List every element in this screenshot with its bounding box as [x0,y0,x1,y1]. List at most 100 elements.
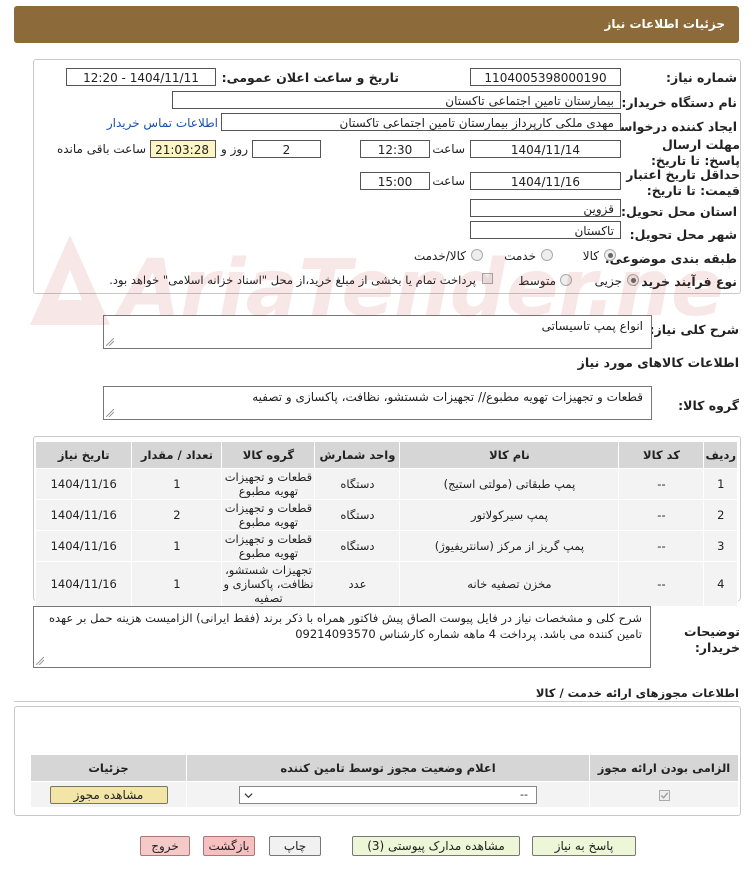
goods-group-text: قطعات و تجهیزات تهویه مطبوع// تجهیزات شس… [252,390,643,404]
permits-table-header: الزامی بودن ارائه مجوز اعلام وضعیت مجوز … [30,754,739,782]
deadline-label: مهلت ارسال پاسخ: تا تاریخ: [650,137,740,168]
deadline-date-field[interactable]: 1404/11/14 [470,140,621,158]
summary-text: انواع پمپ تاسیساتی [541,319,643,333]
exit-button[interactable]: خروج [140,836,190,856]
col-item-name: نام کالا [399,441,620,469]
cell-quantity: 2 [131,499,223,531]
table-row: 4 -- مخزن تصفیه خانه عدد تجهیزات شستشو، … [34,561,738,607]
view-permit-button[interactable]: مشاهده مجوز [49,785,168,804]
category-option-service: خدمت [504,249,536,263]
col-permit-required: الزامی بودن ارائه مجوز [589,754,739,782]
days-field[interactable]: 2 [252,140,321,158]
cell-unit: دستگاه [314,530,401,562]
summary-textbox[interactable]: انواع پمپ تاسیساتی [103,315,652,349]
process-radio-minor[interactable] [627,274,639,286]
cell-row-number: 4 [703,561,738,607]
buyer-contact-link[interactable]: اطلاعات تماس خریدار [107,116,218,130]
validity-time-label: ساعت [432,174,465,188]
city-label: شهر محل تحویل: [629,227,737,242]
category-radio-both[interactable] [471,249,483,261]
cell-item-code: -- [618,530,705,562]
city-field[interactable]: تاکستان [470,221,621,239]
process-option-medium: متوسط [518,274,556,288]
cell-permit-status: -- [186,781,590,808]
process-radio-medium[interactable] [560,274,572,286]
deadline-time-field[interactable]: 12:30 [360,140,430,158]
remaining-time-field: 21:03:28 [150,140,216,158]
goods-table: ردیف کد کالا نام کالا واحد شمارش گروه کا… [34,441,738,607]
announce-field[interactable]: 1404/11/11 - 12:20 [66,68,216,86]
table-row: 1 -- پمپ طبقاتی (مولتی استیج) دستگاه قطع… [34,468,738,500]
process-label: نوع فرآیند خرید : [631,274,737,289]
permits-title: اطلاعات مجوزهای ارائه خدمت / کالا [535,686,739,700]
table-row: -- مشاهده مجوز [30,781,739,808]
remaining-label: ساعت باقی مانده [56,142,146,156]
cell-unit: عدد [314,561,401,607]
need-number-label: شماره نیاز: [666,70,737,85]
col-need-date: تاریخ نیاز [34,441,133,469]
buyer-field[interactable]: بیمارستان تامین اجتماعی تاکستان [172,91,621,109]
validity-date-field[interactable]: 1404/11/16 [470,172,621,190]
process-option-minor: جزیی [594,274,622,288]
permit-status-value: -- [520,787,528,801]
category-radio-service[interactable] [541,249,553,261]
cell-row-number: 1 [703,468,738,500]
cell-item-name: پمپ سیرکولاتور [399,499,620,531]
cell-item-group: قطعات و تجهیزات تهویه مطبوع [221,468,316,500]
goods-group-label: گروه کالا: [678,398,739,413]
print-button[interactable]: چاپ [269,836,321,856]
province-label: استان محل تحویل: [620,204,737,219]
permits-table: الزامی بودن ارائه مجوز اعلام وضعیت مجوز … [30,754,739,808]
buyer-notes-textbox[interactable]: شرح کلی و مشخصات نیاز در فایل پیوست الصا… [33,606,651,668]
province-field[interactable]: قزوین [470,199,621,217]
col-item-group: گروه کالا [221,441,316,469]
col-permit-status: اعلام وضعیت مجوز توسط تامین کننده [186,754,590,782]
buyer-label: نام دستگاه خریدار: [621,95,737,110]
cell-row-number: 3 [703,530,738,562]
need-number-field[interactable]: 1104005398000190 [470,68,621,86]
category-option-both: کالا/خدمت [413,249,466,263]
goods-group-textbox[interactable]: قطعات و تجهیزات تهویه مطبوع// تجهیزات شس… [103,386,652,420]
category-radio-goods[interactable] [604,249,616,261]
col-permit-details: جزئیات [30,754,187,782]
resize-handle-icon[interactable] [36,657,44,665]
creator-label: ایجاد کننده درخواست: [601,119,737,134]
creator-field[interactable]: مهدی ملکی کارپرداز بیمارستان تامین اجتما… [221,113,621,131]
table-row: 3 -- پمپ گریز از مرکز (سانتریفیوژ) دستگا… [34,530,738,562]
resize-handle-icon[interactable] [106,409,114,417]
deadline-time-label: ساعت [432,142,465,156]
cell-permit-details: مشاهده مجوز [30,781,187,808]
col-row-number: ردیف [703,441,738,469]
days-label: روز و [221,142,248,156]
page-header: جزئیات اطلاعات نیاز [14,6,739,43]
category-option-goods: کالا [582,249,599,263]
permit-required-checkbox[interactable] [658,789,670,801]
col-quantity: تعداد / مقدار [131,441,223,469]
page-title: جزئیات اطلاعات نیاز [604,17,725,31]
validity-time-field[interactable]: 15:00 [360,172,430,190]
resize-handle-icon[interactable] [106,338,114,346]
cell-need-date: 1404/11/16 [34,530,133,562]
table-row: 2 -- پمپ سیرکولاتور دستگاه قطعات و تجهیز… [34,499,738,531]
summary-label: شرح کلی نیاز: [649,322,739,337]
buyer-notes-text: شرح کلی و مشخصات نیاز در فایل پیوست الصا… [49,611,642,641]
permits-divider [14,701,739,702]
treasury-checkbox[interactable] [482,273,493,284]
cell-need-date: 1404/11/16 [34,561,133,607]
cell-item-group: قطعات و تجهیزات تهویه مطبوع [221,530,316,562]
cell-item-group: قطعات و تجهیزات تهویه مطبوع [221,499,316,531]
cell-item-name: پمپ گریز از مرکز (سانتریفیوژ) [399,530,620,562]
cell-quantity: 1 [131,468,223,500]
cell-item-group: تجهیزات شستشو، نظافت، پاکسازی و تصفیه [221,561,316,607]
buyer-notes-label: توضیحات خریدار: [684,624,740,655]
cell-quantity: 1 [131,530,223,562]
reply-to-need-button[interactable]: پاسخ به نیاز [532,836,636,856]
back-button[interactable]: بازگشت [203,836,255,856]
goods-table-header: ردیف کد کالا نام کالا واحد شمارش گروه کا… [34,441,738,469]
cell-item-name: مخزن تصفیه خانه [399,561,620,607]
view-attachments-button[interactable]: مشاهده مدارک پیوستی (3) [352,836,520,856]
category-label: طبقه بندی موضوعی: [604,251,737,266]
validity-label: حداقل تاریخ اعتبار قیمت: تا تاریخ: [626,167,740,198]
goods-section-title: اطلاعات کالاهای مورد نیاز [577,355,739,370]
permit-status-select[interactable]: -- [239,785,537,804]
